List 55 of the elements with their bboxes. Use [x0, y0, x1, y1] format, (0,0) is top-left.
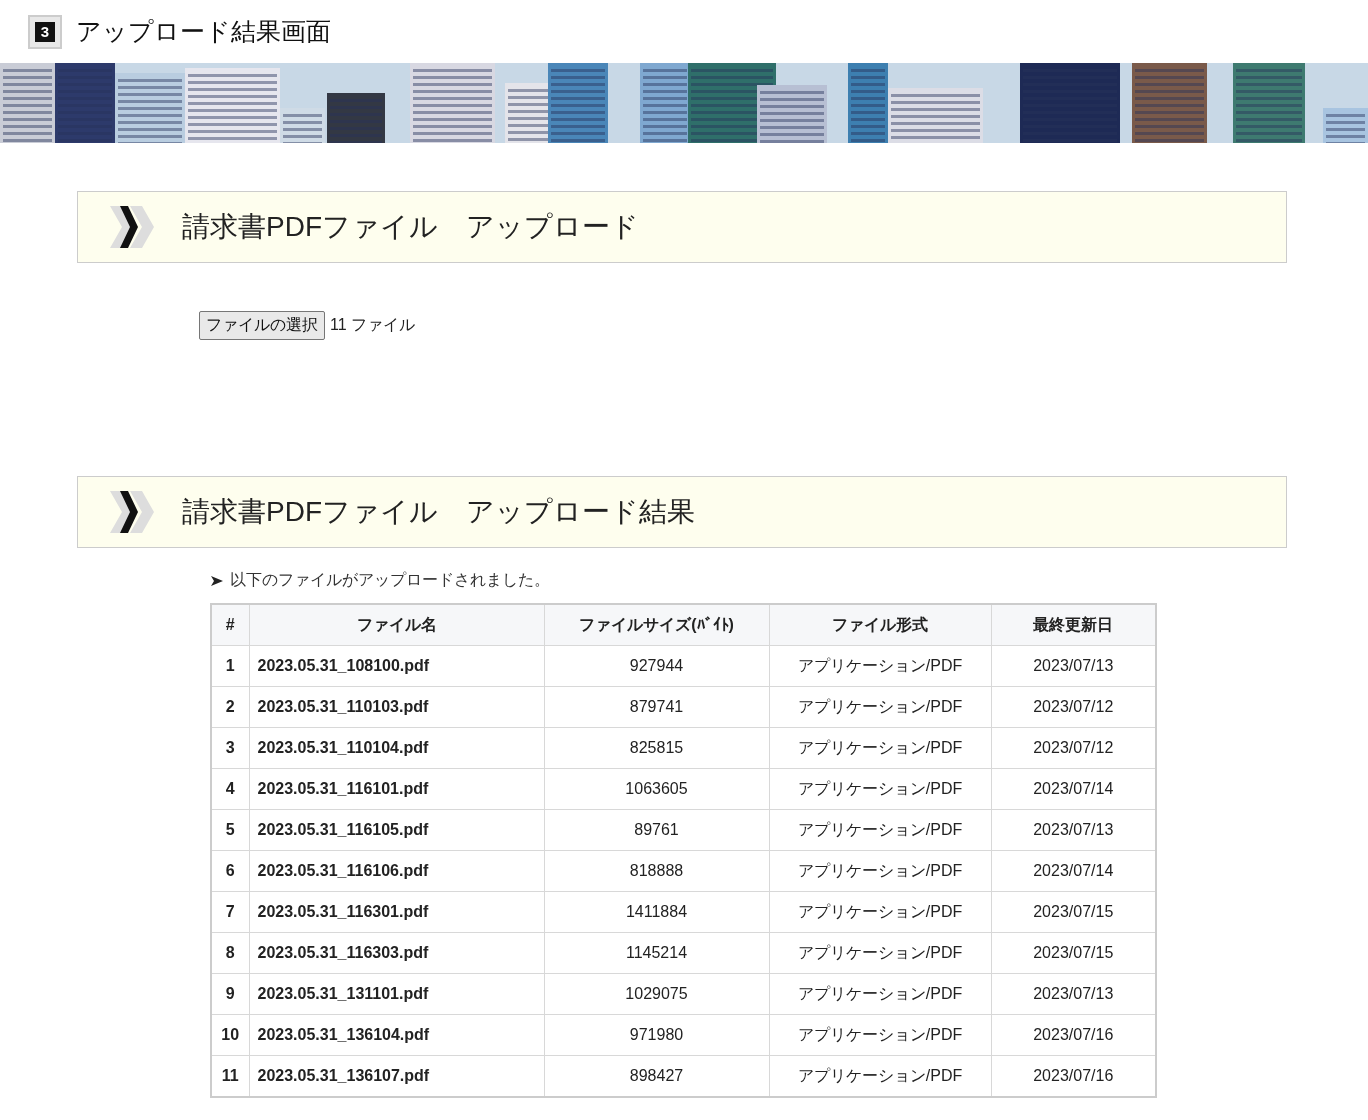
table-cell: アプリケーション/PDF [769, 850, 991, 892]
table-cell: アプリケーション/PDF [769, 809, 991, 851]
column-header: 最終更新日 [991, 604, 1156, 646]
table-cell: アプリケーション/PDF [769, 973, 991, 1015]
table-cell: 3 [211, 727, 249, 769]
table-cell: アプリケーション/PDF [769, 645, 991, 687]
table-cell: アプリケーション/PDF [769, 1014, 991, 1056]
table-cell: 1411884 [544, 891, 769, 933]
table-cell: 2023.05.31_116106.pdf [249, 850, 544, 892]
table-cell: 10 [211, 1014, 249, 1056]
column-header: ファイル名 [249, 604, 544, 646]
table-cell: 927944 [544, 645, 769, 687]
table-cell: 818888 [544, 850, 769, 892]
table-cell: 1145214 [544, 932, 769, 974]
table-cell: 2 [211, 686, 249, 728]
table-cell: 5 [211, 809, 249, 851]
table-cell: 2023.05.31_110104.pdf [249, 727, 544, 769]
table-cell: アプリケーション/PDF [769, 686, 991, 728]
column-header: # [211, 604, 249, 646]
section-title: 請求書PDFファイル アップロード [182, 210, 639, 244]
table-cell: アプリケーション/PDF [769, 891, 991, 933]
table-cell: 9 [211, 973, 249, 1015]
table-cell: 2023.05.31_108100.pdf [249, 645, 544, 687]
table-cell: 2023.05.31_136104.pdf [249, 1014, 544, 1056]
table-cell: 879741 [544, 686, 769, 728]
table-cell: 2023.05.31_116101.pdf [249, 768, 544, 810]
double-chevron-icon [108, 489, 156, 535]
table-cell: 2023.05.31_116105.pdf [249, 809, 544, 851]
table-cell: アプリケーション/PDF [769, 932, 991, 974]
table-cell: アプリケーション/PDF [769, 768, 991, 810]
section-title: 請求書PDFファイル アップロード結果 [182, 495, 695, 529]
column-header: ファイル形式 [769, 604, 991, 646]
table-cell: 2023.05.31_116301.pdf [249, 891, 544, 933]
table-cell: 1029075 [544, 973, 769, 1015]
double-chevron-icon [108, 204, 156, 250]
table-cell: アプリケーション/PDF [769, 727, 991, 769]
step-number-badge: 3 [28, 14, 62, 49]
table-cell: 8 [211, 932, 249, 974]
page-title: アップロード結果画面 [76, 16, 331, 47]
table-cell: 6 [211, 850, 249, 892]
file-select-button[interactable]: ファイルの選択 [199, 311, 325, 340]
column-header: ファイルサイズ(ﾊﾞｲﾄ) [544, 604, 769, 646]
table-cell: 2023.05.31_116303.pdf [249, 932, 544, 974]
table-cell: 1063605 [544, 768, 769, 810]
upload-result-message: 以下のファイルがアップロードされました。 [230, 570, 550, 590]
table-cell: 2023.05.31_110103.pdf [249, 686, 544, 728]
arrowhead-icon [210, 574, 224, 587]
file-count-label: 11 ファイル [330, 315, 416, 335]
table-cell: 89761 [544, 809, 769, 851]
table-cell: 7 [211, 891, 249, 933]
table-cell: 1 [211, 645, 249, 687]
table-cell: 2023.05.31_131101.pdf [249, 973, 544, 1015]
table-cell: 4 [211, 768, 249, 810]
table-cell: 971980 [544, 1014, 769, 1056]
table-cell: 825815 [544, 727, 769, 769]
